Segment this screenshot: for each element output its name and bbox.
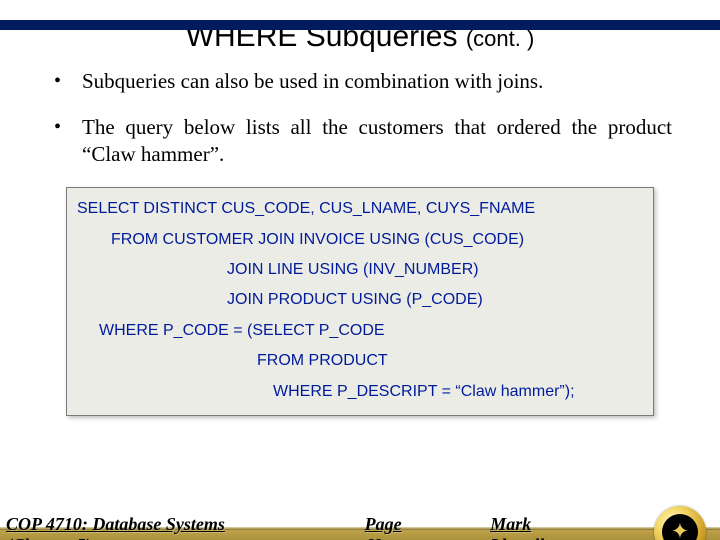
sql-code-box: SELECT DISTINCT CUS_CODE, CUS_LNAME, CUY… [66,187,654,416]
footer-text: COP 4710: Database Systems (Chapter 5) P… [6,514,600,540]
top-accent-bar [0,20,720,30]
code-line: FROM CUSTOMER JOIN INVOICE USING (CUS_CO… [77,225,643,255]
code-line: JOIN LINE USING (INV_NUMBER) [77,255,643,285]
code-line: FROM PRODUCT [77,346,643,376]
logo-star-icon: ✦ [671,521,689,540]
code-line: WHERE P_CODE = (SELECT P_CODE [77,316,643,346]
ucf-logo-icon: ✦ [654,506,706,540]
bullet-item: Subqueries can also be used in combinati… [48,68,672,96]
code-line: JOIN PRODUCT USING (P_CODE) [77,285,643,315]
footer-author: Mark Llewellyn [490,514,600,540]
bullet-list: Subqueries can also be used in combinati… [48,68,672,169]
slide: WHERE Subqueries (cont. ) Subqueries can… [0,20,720,540]
bullet-item: The query below lists all the customers … [48,114,672,169]
footer-page: Page 69 [365,514,421,540]
slide-body: Subqueries can also be used in combinati… [0,68,720,416]
footer: COP 4710: Database Systems (Chapter 5) P… [0,504,720,540]
code-line: SELECT DISTINCT CUS_CODE, CUS_LNAME, CUY… [77,194,643,224]
code-line: WHERE P_DESCRIPT = “Claw hammer”); [77,377,643,407]
footer-course: COP 4710: Database Systems (Chapter 5) [6,514,295,540]
